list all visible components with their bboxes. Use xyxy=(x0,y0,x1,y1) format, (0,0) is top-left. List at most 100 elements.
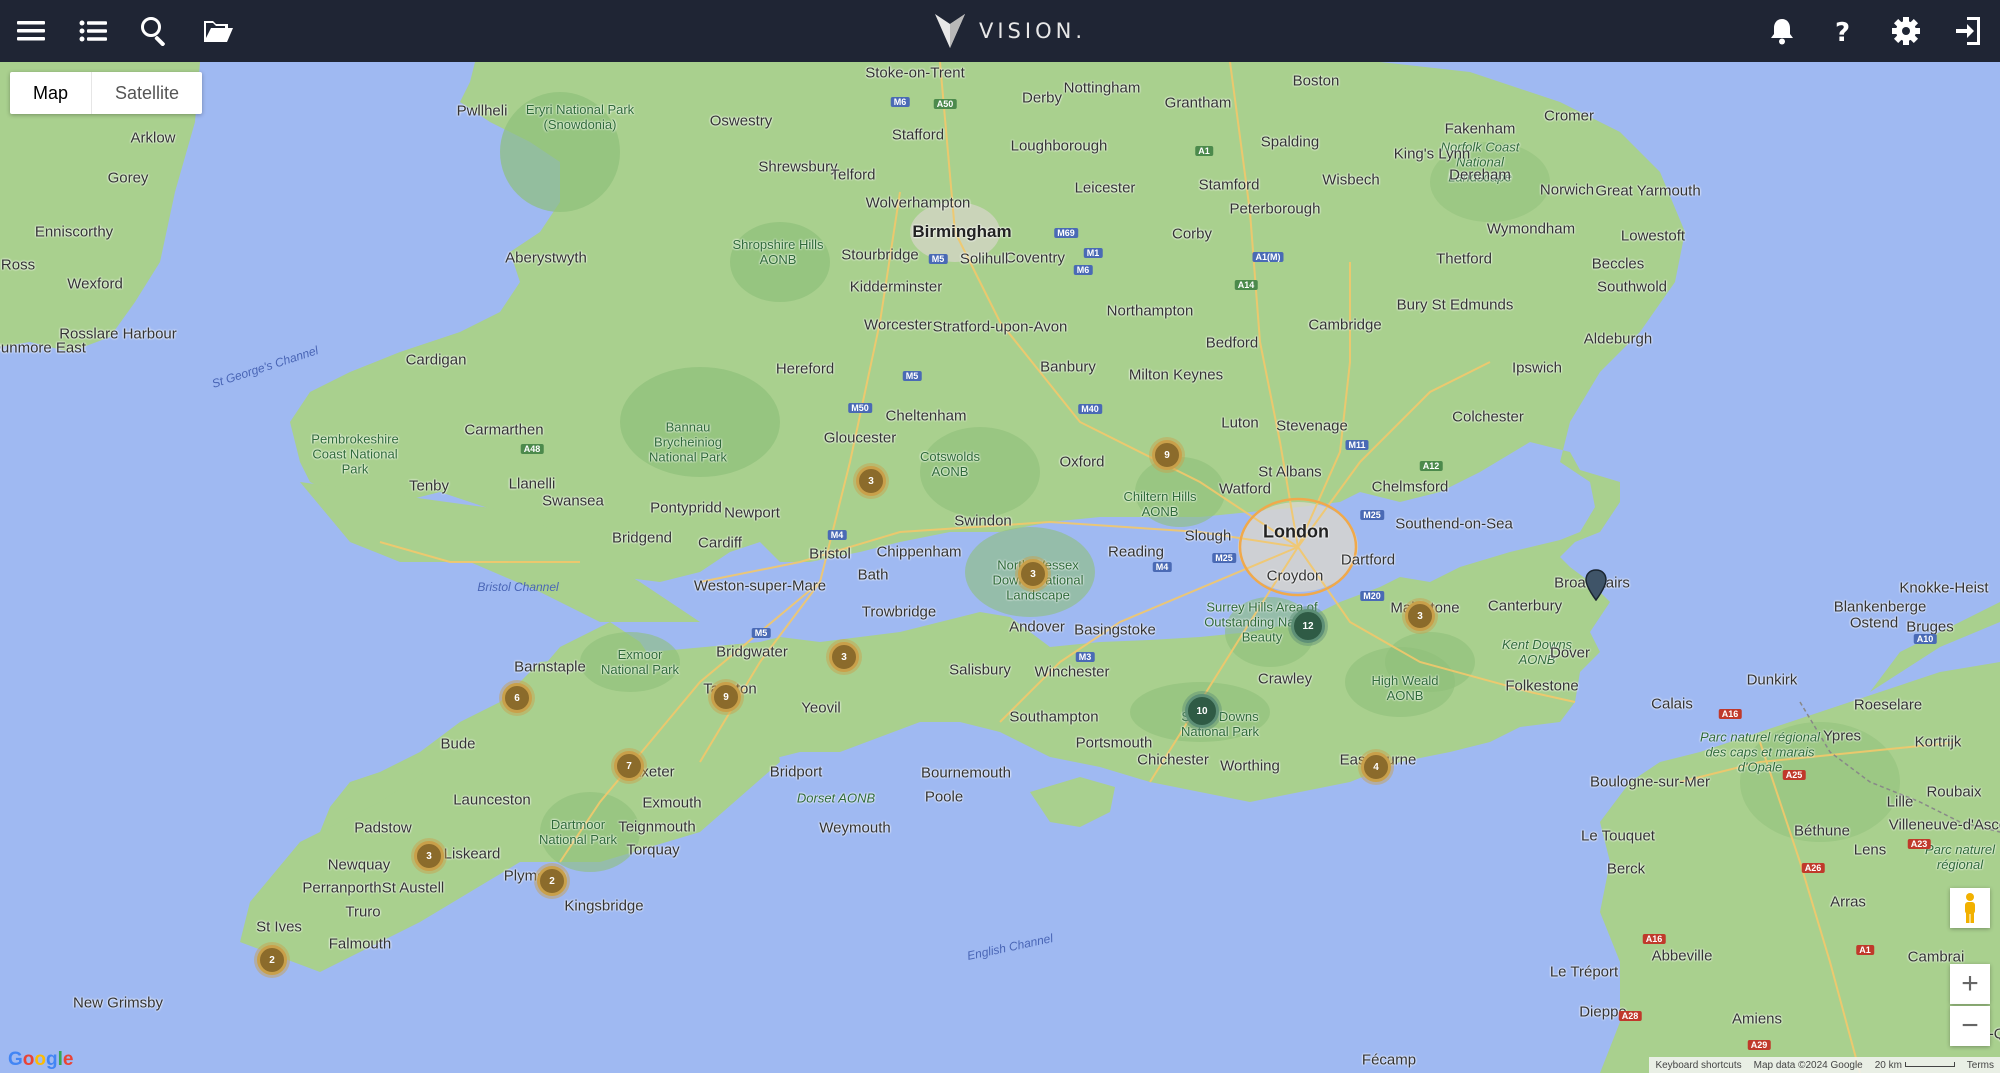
zoom-in-button[interactable]: + xyxy=(1950,964,1990,1004)
place-label: Boulogne-sur-Mer xyxy=(1589,773,1711,791)
place-label: Dunmore East xyxy=(0,339,86,357)
place-label: Bridport xyxy=(769,763,823,781)
place-label: Kortrijk xyxy=(1914,733,1962,751)
scale-bar[interactable]: 20 km xyxy=(1875,1060,1955,1071)
place-label: Trowbridge xyxy=(861,603,937,621)
place-label: Lens xyxy=(1853,841,1887,859)
map-type-control: Map Satellite xyxy=(10,72,203,114)
marker-cluster[interactable]: 3 xyxy=(414,841,444,871)
marker-cluster[interactable]: 3 xyxy=(829,642,859,672)
place-label: Poole xyxy=(924,788,964,806)
place-label: Stoke-on-Trent xyxy=(865,64,965,82)
place-label: Truro xyxy=(345,903,381,921)
region-label: Shropshire Hills AONB xyxy=(732,237,824,267)
bell-icon[interactable] xyxy=(1757,6,1807,56)
folder-open-icon[interactable] xyxy=(193,6,243,56)
brand-name: VISION. xyxy=(979,19,1086,43)
place-label: Fakenham xyxy=(1444,120,1516,138)
logout-icon[interactable] xyxy=(1943,6,1993,56)
marker-cluster[interactable]: 4 xyxy=(1361,752,1391,782)
place-label: Barnstaple xyxy=(514,658,586,676)
place-label: Bury St Edmunds xyxy=(1396,296,1514,314)
place-label: Newquay xyxy=(327,856,391,874)
place-label: Andover xyxy=(1009,618,1065,636)
place-label: Coventry xyxy=(1004,249,1066,267)
pegman-icon[interactable] xyxy=(1950,888,1990,928)
place-label: Lille xyxy=(1886,793,1914,811)
place-label: Abbeville xyxy=(1651,947,1713,965)
marker-cluster[interactable]: 9 xyxy=(1152,440,1182,470)
region-label: Parc naturel régional xyxy=(1924,842,1996,872)
place-label: Derby xyxy=(1021,89,1063,107)
marker-cluster[interactable]: 3 xyxy=(1018,559,1048,589)
place-label: Yeovil xyxy=(801,699,841,717)
road-shield: A28 xyxy=(1618,1011,1642,1021)
place-label: Bath xyxy=(857,566,889,584)
marker-cluster[interactable]: 3 xyxy=(856,466,886,496)
place-label: Chippenham xyxy=(876,543,962,561)
top-toolbar: VISION. ? xyxy=(0,0,2000,62)
svg-text:?: ? xyxy=(1835,18,1850,45)
place-label: Thetford xyxy=(1436,250,1492,268)
place-label: Leicester xyxy=(1074,179,1136,197)
place-label: Northampton xyxy=(1106,302,1194,320)
map-type-map-button[interactable]: Map xyxy=(10,72,91,114)
marker-cluster[interactable]: 10 xyxy=(1185,694,1219,728)
menu-icon[interactable] xyxy=(6,6,56,56)
marker-cluster[interactable]: 9 xyxy=(711,682,741,712)
place-label: Portsmouth xyxy=(1075,734,1153,752)
place-label: Stevenage xyxy=(1276,417,1348,435)
place-label: Bridgwater xyxy=(716,643,788,661)
place-label: Beccles xyxy=(1591,255,1645,273)
place-label: Bude xyxy=(440,735,476,753)
place-label: Wymondham xyxy=(1486,220,1576,238)
place-label: Fécamp xyxy=(1361,1051,1417,1069)
place-label: Gorey xyxy=(107,169,149,187)
place-label: Nottingham xyxy=(1063,79,1141,97)
road-shield: M20 xyxy=(1360,591,1384,601)
road-shield: A25 xyxy=(1782,770,1806,780)
road-shield: A14 xyxy=(1234,280,1258,290)
place-label: Torquay xyxy=(626,841,680,859)
marker-cluster[interactable]: 12 xyxy=(1291,609,1325,643)
place-label: Bristol xyxy=(809,545,851,563)
marker-cluster[interactable]: 2 xyxy=(537,866,567,896)
place-label: Norwich xyxy=(1539,181,1595,199)
place-label: Loughborough xyxy=(1010,137,1108,155)
gear-icon[interactable] xyxy=(1881,6,1931,56)
place-label: St Albans xyxy=(1258,463,1322,481)
place-label: Dover xyxy=(1549,644,1591,662)
search-icon[interactable] xyxy=(130,6,180,56)
region-label: Chiltern Hills AONB xyxy=(1123,489,1197,519)
list-icon[interactable] xyxy=(68,6,118,56)
zoom-out-button[interactable]: − xyxy=(1950,1006,1990,1046)
place-label: Chelmsford xyxy=(1371,478,1449,496)
marker-cluster[interactable]: 6 xyxy=(502,683,532,713)
city-label: Birmingham xyxy=(912,222,1012,241)
place-label: Dereham xyxy=(1449,166,1511,184)
map-footer: Keyboard shortcuts Map data ©2024 Google… xyxy=(1649,1057,2000,1073)
place-label: Gloucester xyxy=(823,429,897,447)
place-label: Roubaix xyxy=(1926,783,1982,801)
place-label: Liskeard xyxy=(443,845,501,863)
marker-cluster[interactable]: 2 xyxy=(257,945,287,975)
region-label: Dartmoor National Park xyxy=(538,817,618,847)
place-label: Grantham xyxy=(1164,94,1232,112)
map-pin-icon[interactable] xyxy=(1585,569,1607,601)
place-label: Aberystwyth xyxy=(505,249,587,267)
place-label: Newport xyxy=(724,504,780,522)
place-label: Berck xyxy=(1606,860,1646,878)
place-label: Perranporth xyxy=(302,879,382,897)
place-label: Villeneuve-d'Ascq xyxy=(1888,816,2000,834)
place-label: Reading xyxy=(1108,543,1164,561)
road-shield: M69 xyxy=(1054,228,1078,238)
place-label: Bournemouth xyxy=(920,764,1012,782)
map-canvas[interactable]: St George's Channel Bristol Channel Engl… xyxy=(0,62,2000,1073)
keyboard-shortcuts-link[interactable]: Keyboard shortcuts xyxy=(1655,1060,1741,1071)
terms-link[interactable]: Terms xyxy=(1967,1060,1994,1071)
road-shield: M40 xyxy=(1078,404,1102,414)
marker-cluster[interactable]: 3 xyxy=(1405,601,1435,631)
map-type-satellite-button[interactable]: Satellite xyxy=(92,72,202,114)
marker-cluster[interactable]: 7 xyxy=(614,751,644,781)
help-icon[interactable]: ? xyxy=(1818,6,1868,56)
